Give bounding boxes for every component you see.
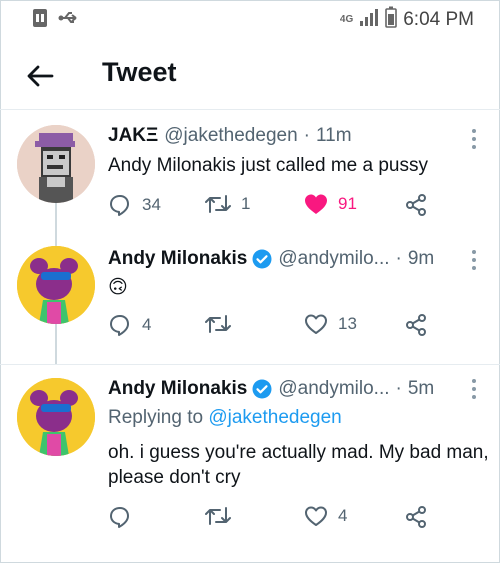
display-name[interactable]: Andy Milonakis (108, 378, 247, 400)
more-vertical-icon (472, 129, 476, 149)
tweet-text: Andy Milonakis just called me a pussy (108, 155, 428, 176)
share-button[interactable] (404, 313, 428, 337)
timestamp[interactable]: 9m (408, 248, 434, 270)
share-icon (406, 314, 426, 336)
reply-count: 4 (142, 315, 152, 334)
replying-to-link[interactable]: @jakethedegen (208, 407, 341, 428)
thread-line (55, 203, 57, 238)
network-4g-icon: 4G (339, 13, 354, 25)
reply-count: 34 (142, 195, 161, 214)
tweet-header: Andy Milonakis @andymilo... · 9m (108, 248, 434, 270)
tweet-jake[interactable]: JAKΞ @jakethedegen · 11m Andy Milonakis … (0, 110, 500, 238)
retweet-button[interactable]: 1 (205, 193, 250, 215)
share-button[interactable] (404, 193, 428, 217)
thread-line (55, 324, 57, 364)
separator: · (395, 248, 402, 269)
username[interactable]: @andymilo... (278, 378, 389, 400)
retweet-button[interactable] (205, 313, 231, 335)
heart-filled-icon (305, 194, 327, 214)
more-options-button[interactable] (470, 128, 478, 150)
app-header: Tweet (0, 40, 500, 110)
like-count: 91 (338, 194, 357, 213)
username[interactable]: @jakethedegen (164, 125, 297, 147)
verified-badge-icon (252, 379, 272, 399)
like-count: 4 (338, 506, 348, 525)
share-icon (406, 506, 426, 528)
arrow-left-icon (27, 65, 54, 87)
more-vertical-icon (472, 250, 476, 270)
replying-to-label: Replying to (108, 407, 204, 428)
tweet-actions: 4 13 (108, 313, 438, 339)
share-button[interactable] (404, 505, 428, 529)
more-options-button[interactable] (470, 378, 478, 400)
reply-icon (110, 507, 129, 528)
tweet-actions: 4 (108, 505, 438, 531)
timestamp[interactable]: 11m (316, 125, 352, 147)
status-time: 6:04 PM (403, 8, 474, 30)
avatar-andy[interactable] (17, 246, 95, 324)
avatar-jake[interactable] (17, 125, 95, 203)
tweet-text: oh. i guess you're actually mad. My bad … (108, 442, 489, 488)
heart-outline-icon (305, 314, 327, 334)
thread-line (55, 238, 57, 246)
tweet-andy-2[interactable]: Andy Milonakis @andymilo... · 5m Replyin… (0, 365, 500, 545)
reply-button[interactable] (108, 505, 132, 529)
sim-icon (32, 8, 48, 33)
share-icon (406, 194, 426, 216)
more-vertical-icon (472, 379, 476, 399)
battery-icon (385, 6, 398, 33)
retweet-icon (205, 195, 231, 213)
display-name[interactable]: JAKΞ (108, 125, 158, 147)
reply-icon (110, 315, 129, 336)
heart-outline-icon (305, 506, 327, 526)
replying-to: Replying to @jakethedegen (108, 407, 342, 429)
status-bar: 4G 6:04 PM (0, 0, 500, 36)
reply-icon (110, 195, 129, 216)
avatar-andy[interactable] (17, 378, 95, 456)
separator: · (303, 125, 310, 146)
signal-icon (359, 8, 379, 31)
like-button[interactable]: 4 (304, 505, 347, 527)
retweet-button[interactable] (205, 505, 231, 527)
display-name[interactable]: Andy Milonakis (108, 248, 247, 270)
tweet-actions: 34 1 91 (108, 193, 438, 219)
separator: · (395, 378, 402, 399)
retweet-icon (205, 315, 231, 333)
tweet-header: Andy Milonakis @andymilo... · 5m (108, 378, 434, 400)
usb-icon (58, 11, 80, 30)
reply-button[interactable]: 34 (108, 193, 161, 217)
like-button[interactable]: 13 (304, 313, 357, 335)
verified-badge-icon (252, 249, 272, 269)
tweet-header: JAKΞ @jakethedegen · 11m (108, 125, 352, 147)
retweet-count: 1 (241, 194, 251, 213)
like-count: 13 (338, 314, 357, 333)
back-button[interactable] (24, 60, 56, 92)
timestamp[interactable]: 5m (408, 378, 434, 400)
retweet-icon (205, 507, 231, 525)
tweet-text-emoji: 🙃 (108, 277, 128, 298)
reply-button[interactable]: 4 (108, 313, 151, 337)
tweet-andy-1[interactable]: Andy Milonakis @andymilo... · 9m 🙃 4 13 (0, 238, 500, 364)
like-button[interactable]: 91 (304, 193, 357, 215)
more-options-button[interactable] (470, 249, 478, 271)
page-title: Tweet (102, 57, 177, 87)
username[interactable]: @andymilo... (278, 248, 389, 270)
